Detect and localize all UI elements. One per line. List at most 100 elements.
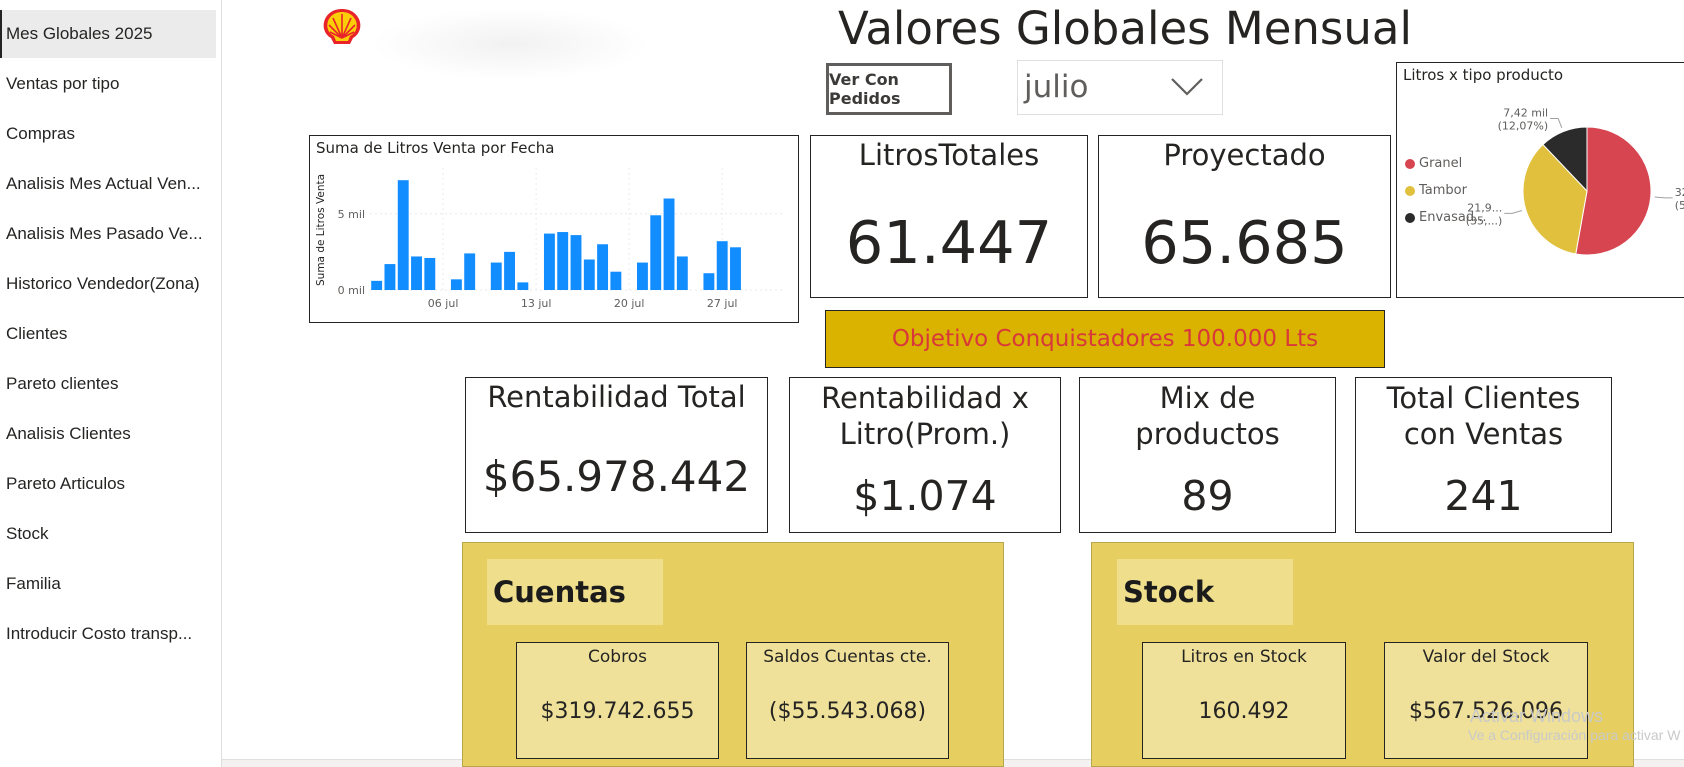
sub-card-value: $319.742.655 [540,699,695,724]
pie-data-label: (12,07%) [1498,120,1549,133]
litros-venta-por-fecha-chart[interactable]: Suma de Litros Venta por Fecha Suma de L… [309,135,799,323]
proyectado-card: Proyectado 65.685 [1098,135,1391,298]
nav-item-analisis-mes-actual[interactable]: Analisis Mes Actual Ven... [0,160,216,208]
y-axis-label: Suma de Litros Venta [315,174,327,286]
rentabilidad-total-card: Rentabilidad Total $65.978.442 [465,377,768,533]
windows-activation-watermark: Activar Windows Ve a Configuración para … [1468,706,1680,743]
data-label-leader [1504,210,1522,214]
bar[interactable] [610,271,622,290]
bar-chart-svg: Suma de Litros Venta 0 mil 5 mil 06 jul 13 … [315,168,782,310]
bar[interactable] [730,247,741,290]
month-slicer-value: julio [1024,69,1089,105]
watermark-line: Activar Windows [1470,706,1604,726]
kpi-title: Mix de productos [1080,380,1335,452]
bar[interactable] [570,235,582,290]
kpi-value: $1.074 [853,472,997,520]
nav-item-pareto-articulos[interactable]: Pareto Articulos [0,460,216,508]
kpi-title: Proyectado [1163,138,1326,172]
cuentas-panel-title: Cuentas [487,559,663,625]
kpi-value: 61.447 [845,208,1053,277]
nav-item-familia[interactable]: Familia [0,560,216,608]
bar[interactable] [637,262,648,290]
y-tick-label: 0 mil [338,284,365,297]
bar[interactable] [650,215,662,290]
kpi-title-line: Total Clientes [1386,381,1581,415]
bar[interactable] [411,256,422,290]
nav-item-mes-globales[interactable]: Mes Globales 2025 [0,10,216,58]
pie-data-label: 32,0... [1675,186,1684,199]
blurred-logo-area [370,8,650,80]
nav-item-compras[interactable]: Compras [0,110,216,158]
cuentas-panel: Cuentas Cobros $319.742.655 Saldos Cuent… [462,542,1004,767]
kpi-title-line: Litro(Prom.) [839,417,1011,451]
bar[interactable] [384,264,396,290]
saldos-cuentas-card: Saldos Cuentas cte. ($55.543.068) [746,642,949,759]
litros-por-tipo-producto-chart[interactable]: Litros x tipo producto Granel Tambor Env… [1396,62,1684,298]
kpi-title: Rentabilidad Total [487,380,746,414]
kpi-title: Rentabilidad x Litro(Prom.) [790,380,1060,452]
bar[interactable] [557,232,569,290]
kpi-title-line: Mix de [1159,381,1256,415]
y-tick-label: 5 mil [338,208,365,221]
kpi-value: $65.978.442 [482,452,751,501]
shell-logo-icon [323,9,361,44]
x-tick-label: 27 jul [707,297,738,310]
nav-item-pareto-clientes[interactable]: Pareto clientes [0,360,216,408]
bar[interactable] [464,253,476,290]
ver-con-pedidos-button[interactable]: Ver Con Pedidos [826,63,952,115]
bar[interactable] [397,180,409,290]
nav-item-historico-vendedor[interactable]: Historico Vendedor(Zona) [0,260,216,308]
kpi-value: 241 [1444,472,1523,520]
cobros-card: Cobros $319.742.655 [516,642,719,759]
kpi-title: LitrosTotales [858,138,1040,172]
sub-card-title: Litros en Stock [1181,647,1307,667]
pie-data-label: 21,9... [1467,201,1502,214]
stock-panel-title: Stock [1117,559,1293,625]
bar[interactable] [504,251,515,290]
bar[interactable] [543,233,555,290]
bar[interactable] [450,279,462,290]
nav-item-costo-transporte[interactable]: Introducir Costo transp... [0,610,216,658]
sub-card-value: 160.492 [1198,699,1290,724]
kpi-title: Total Clientes con Ventas [1356,380,1611,452]
total-clientes-card: Total Clientes con Ventas 241 [1355,377,1612,533]
bar[interactable] [517,282,529,290]
litros-totales-card: LitrosTotales 61.447 [810,135,1088,298]
bar[interactable] [371,280,383,290]
page-title: Valores Globales Mensual [838,2,1412,55]
bar[interactable] [597,244,609,290]
nav-item-analisis-clientes[interactable]: Analisis Clientes [0,410,216,458]
kpi-title-line: Rentabilidad x [821,381,1029,415]
litros-en-stock-card: Litros en Stock 160.492 [1142,642,1346,759]
nav-item-stock[interactable]: Stock [0,510,216,558]
chevron-down-icon [1171,78,1203,96]
nav-item-analisis-mes-pasado[interactable]: Analisis Mes Pasado Ve... [0,210,216,258]
kpi-value: 89 [1181,472,1234,520]
nav-item-clientes[interactable]: Clientes [0,310,216,358]
bar[interactable] [424,257,436,290]
kpi-title-line: productos [1135,417,1280,451]
x-tick-label: 06 jul [428,297,459,310]
bar[interactable] [583,259,595,291]
x-tick-label: 20 jul [614,297,645,310]
sub-card-value: ($55.543.068) [768,699,927,724]
x-tick-label: 13 jul [521,297,552,310]
page-navigation-sidebar: Mes Globales 2025 Ventas por tipo Compra… [0,0,222,767]
pie-chart-svg: 32,0...(52,... 21,9...(35,...) 7,42 mil(12… [1466,107,1684,256]
sub-card-title: Cobros [588,647,647,667]
bar[interactable] [716,241,728,290]
data-label-leader [1550,118,1563,129]
rentabilidad-litro-card: Rentabilidad x Litro(Prom.) $1.074 [789,377,1061,533]
mix-productos-card: Mix de productos 89 [1079,377,1336,533]
data-label-leader [1654,196,1673,199]
watermark-line: Ve a Configuración para activar W [1468,727,1681,743]
bar[interactable] [703,273,715,290]
bar[interactable] [490,262,502,290]
bar[interactable] [663,198,675,291]
sub-card-title: Valor del Stock [1422,647,1550,667]
kpi-value: 65.685 [1141,208,1348,277]
bar[interactable] [676,256,688,290]
pie-data-label: 7,42 mil [1503,107,1548,120]
nav-item-ventas-por-tipo[interactable]: Ventas por tipo [0,60,216,108]
month-slicer-dropdown[interactable]: julio [1017,60,1223,115]
